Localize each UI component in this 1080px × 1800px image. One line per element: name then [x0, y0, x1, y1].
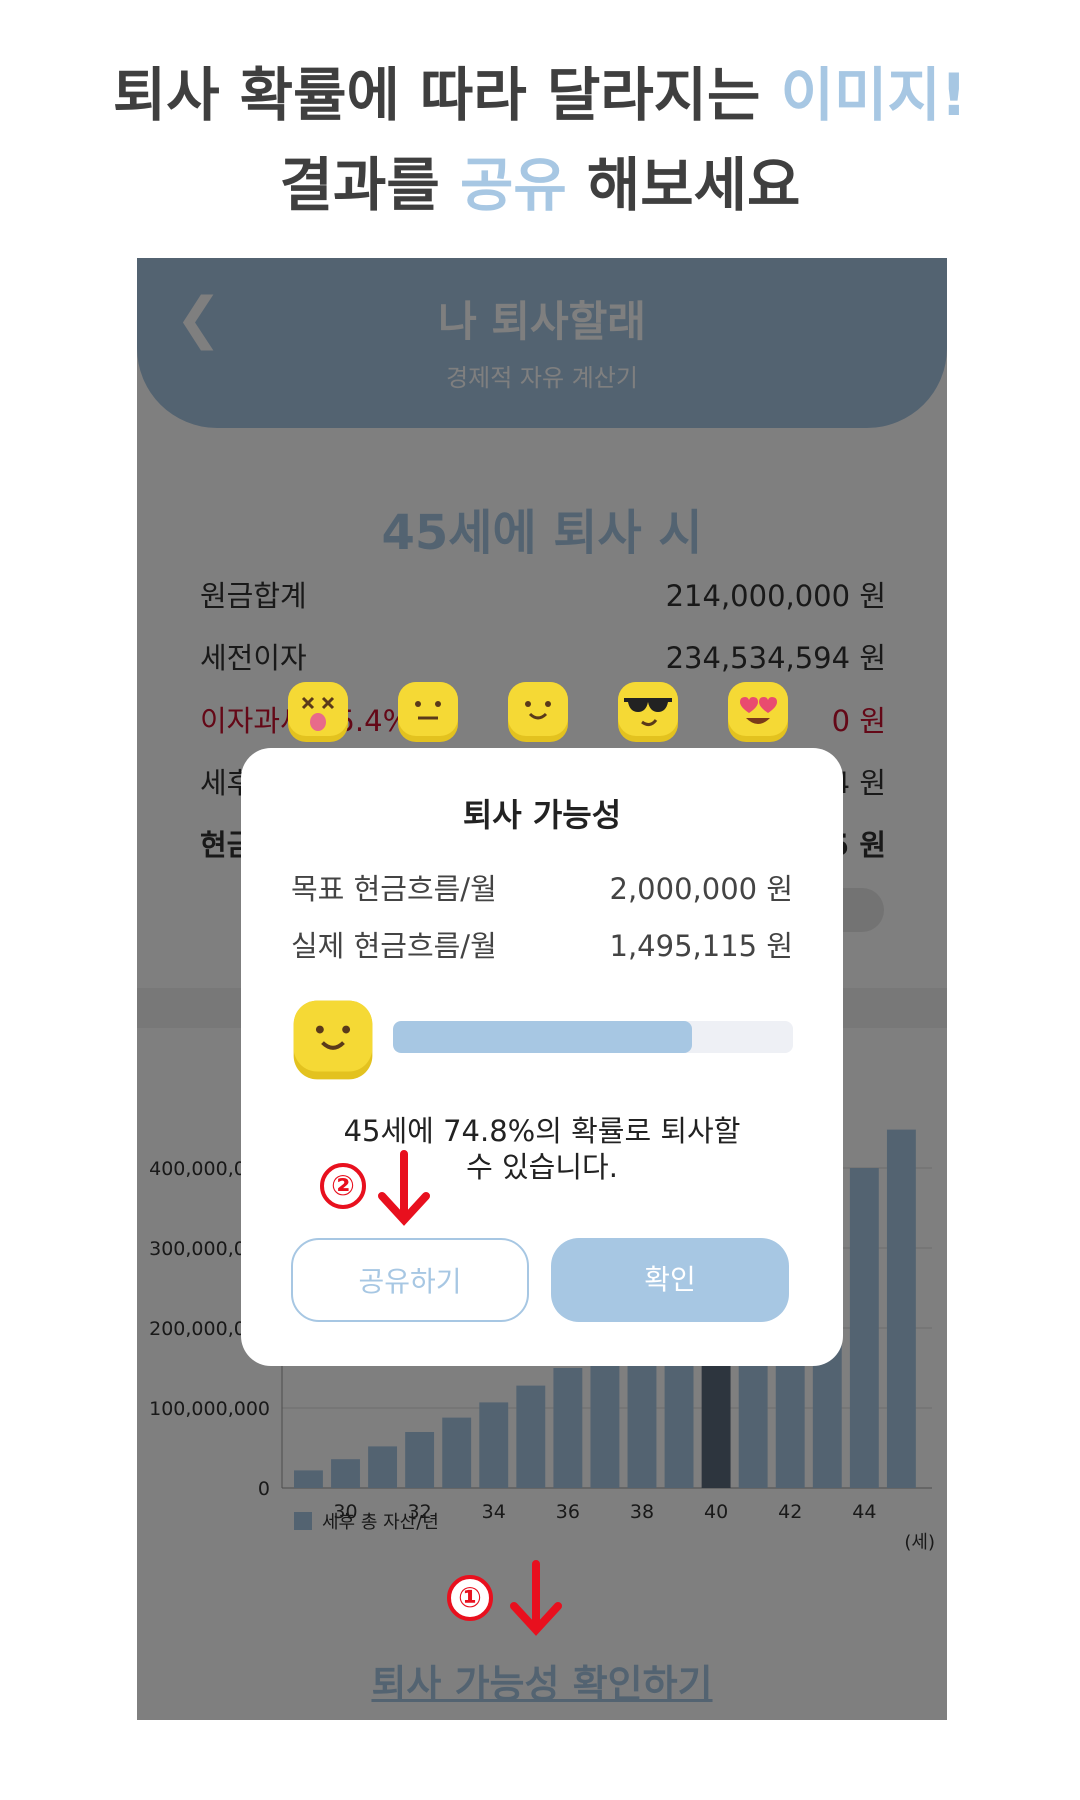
smile-emoji-icon — [291, 998, 375, 1086]
neutral-emoji-icon — [396, 680, 460, 748]
message-line: 45세에 74.8%의 확률로 퇴사할 — [343, 1114, 741, 1148]
modal-title: 퇴사 가능성 — [462, 796, 622, 834]
probability-progress-bar — [393, 1021, 793, 1053]
headline-highlight: 공유 — [459, 151, 567, 219]
actual-amount: 1,495,115 — [609, 929, 758, 963]
smile-emoji-icon — [506, 680, 570, 748]
share-button[interactable]: 공유하기 — [291, 1238, 529, 1322]
headline-text: 해보세요 — [566, 151, 801, 219]
target-label: 목표 현금흐름/월 — [291, 872, 497, 906]
annotation-arrow-down-icon — [510, 1560, 562, 1636]
unit-label: 원 — [766, 872, 793, 906]
target-value: 2,000,000 원 — [610, 866, 794, 908]
sunglasses-emoji-icon — [616, 680, 680, 748]
target-cashflow-row: 목표 현금흐름/월 2,000,000 원 — [291, 866, 793, 908]
headline-text: 결과를 — [279, 151, 460, 219]
headline-highlight: 이미지! — [780, 61, 968, 129]
heart-eyes-emoji-icon — [726, 680, 790, 748]
target-amount: 2,000,000 — [609, 872, 758, 906]
headline-text: 퇴사 확률에 따라 달라지는 — [112, 61, 781, 129]
annotation-step2-badge: ② — [320, 1163, 366, 1209]
dizzy-tongue-emoji-icon — [286, 680, 350, 748]
unit-label: 원 — [766, 929, 793, 963]
headline-line2: 결과를 공유 해보세요 — [0, 138, 1080, 222]
headline-line1: 퇴사 확률에 따라 달라지는 이미지! — [0, 48, 1080, 132]
progress-fill — [393, 1021, 693, 1053]
confirm-button[interactable]: 확인 — [551, 1238, 789, 1322]
annotation-arrow-down-icon — [378, 1150, 430, 1226]
actual-value: 1,495,115 원 — [610, 923, 794, 965]
actual-label: 실제 현금흐름/월 — [291, 929, 497, 963]
actual-cashflow-row: 실제 현금흐름/월 1,495,115 원 — [291, 923, 793, 965]
possibility-modal: 퇴사 가능성 목표 현금흐름/월 2,000,000 원 실제 현금흐름/월 1,4… — [241, 748, 843, 1366]
annotation-step1-badge: ① — [447, 1575, 493, 1621]
